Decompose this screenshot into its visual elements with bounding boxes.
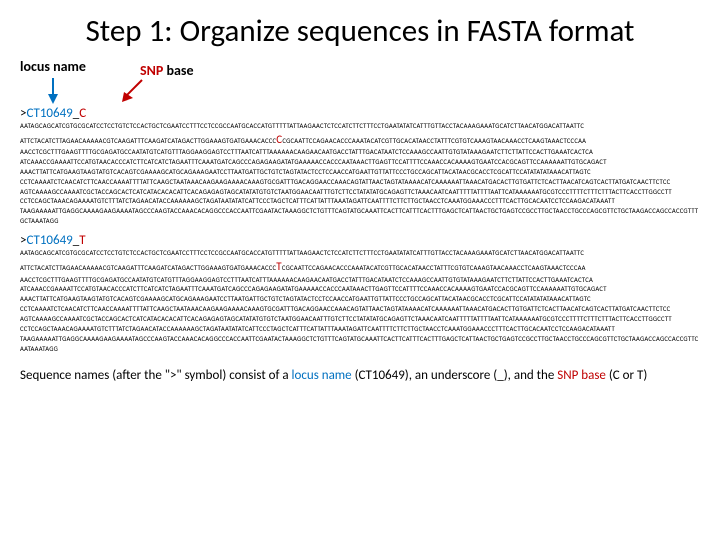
- slide: Step 1: Organize sequences in FASTA form…: [0, 0, 720, 540]
- snp-base-highlight: C: [276, 133, 282, 146]
- sequence-block: AATAGCAGCATCGTGCGCATCCTCCTGTCTCCACTGCTCG…: [20, 122, 700, 228]
- sequence-line: AAACTTATTCATGAAGTAAGTATGTCACAGTCGAAAAGCA…: [20, 295, 700, 305]
- header-locus-name: CT10649: [26, 106, 72, 121]
- sequence-line: CCTCCAGCTAAACAGAAAATGTCTTTATCTAGAACATACC…: [20, 325, 700, 335]
- header-locus-name: CT10649: [26, 233, 72, 248]
- sequence-line: ATCAAACCGAAAATTCCATGTAACACCCATCTTCATCATC…: [20, 285, 700, 295]
- sequence-line: CCTCAAAATCTCAACATCTTCAACCAAAATTTTATTCAAG…: [20, 178, 700, 188]
- records-container: >CT10649_CAATAGCAGCATCGTGCGCATCCTCCTGTCT…: [20, 106, 700, 355]
- sequence-line: AAACTTATTCATGAAGTAAGTATGTCACAGTCGAAAAGCA…: [20, 168, 700, 178]
- caption-text-1: Sequence names (after the ">" symbol) co…: [20, 368, 292, 383]
- fasta-header: >CT10649_C: [20, 106, 700, 121]
- snp-base-word: base: [163, 62, 193, 79]
- sequence-line: CCTCAAAATCTCAACATCTTCAACCAAAATTTTATTCAAG…: [20, 305, 700, 315]
- slide-title: Step 1: Organize sequences in FASTA form…: [50, 14, 670, 50]
- sequence-line: AATAGCAGCATCGTGCGCATCCTCCTGTCTCCACTGCTCG…: [20, 122, 700, 132]
- header-snp-base: T: [79, 233, 85, 248]
- caption: Sequence names (after the ">" symbol) co…: [20, 367, 700, 385]
- snp-word: SNP: [140, 62, 163, 79]
- sequence-line: ATTCTACATCTTAGAACAAAAACGTCAAGATTTCAAGATC…: [20, 259, 700, 276]
- snp-arrow-icon: [120, 78, 146, 104]
- caption-text-3: (C or T): [606, 368, 647, 383]
- sequence-line: TAAGAAAAATTGAGGCAAAAGAAGAAAATAGCCCAAGTAC…: [20, 335, 700, 355]
- locus-name-label: locus name: [20, 58, 86, 75]
- sequence-line: AACCTCGCTTTGAAGTTTTGCGAGATGCCAATATGTCATG…: [20, 276, 700, 286]
- sequence-line: AGTCAAAAGCCAAAATCGCTACCAGCACTCATCATACACA…: [20, 188, 700, 198]
- caption-snp-base: SNP base: [557, 368, 606, 383]
- label-row: locus name SNP base: [20, 56, 700, 104]
- locus-arrow-icon: [46, 78, 60, 104]
- caption-locus-name: locus name: [292, 368, 352, 383]
- caption-text-2: (CT10649), an underscore (_), and the: [352, 368, 558, 383]
- sequence-line: AACCTCGCTTTGAAGTTTTGCGAGATGCCAATATGTCATG…: [20, 148, 700, 158]
- fasta-header: >CT10649_T: [20, 233, 700, 248]
- sequence-line: ATCAAACCGAAAATTCCATGTAACACCCATCTTCATCATC…: [20, 158, 700, 168]
- sequence-line: ATTCTACATCTTAGAACAAAAACGTCAAGATTTCAAGATC…: [20, 132, 700, 149]
- header-snp-base: C: [79, 106, 86, 121]
- snp-base-label: SNP base: [140, 62, 194, 79]
- sequence-line: AATAGCAGCATCGTGCGCATCCTCCTGTCTCCACTGCTCG…: [20, 249, 700, 259]
- sequence-block: AATAGCAGCATCGTGCGCATCCTCCTGTCTCCACTGCTCG…: [20, 249, 700, 355]
- sequence-line: TAAGAAAAATTGAGGCAAAAGAAGAAAATAGCCCAAGTAC…: [20, 207, 700, 227]
- sequence-line: CCTCCAGCTAAACAGAAAATGTCTTTATCTAGAACATACC…: [20, 197, 700, 207]
- sequence-line: AGTCAAAAGCCAAAATCGCTACCAGCACTCATCATACACA…: [20, 315, 700, 325]
- snp-base-highlight: T: [276, 260, 282, 273]
